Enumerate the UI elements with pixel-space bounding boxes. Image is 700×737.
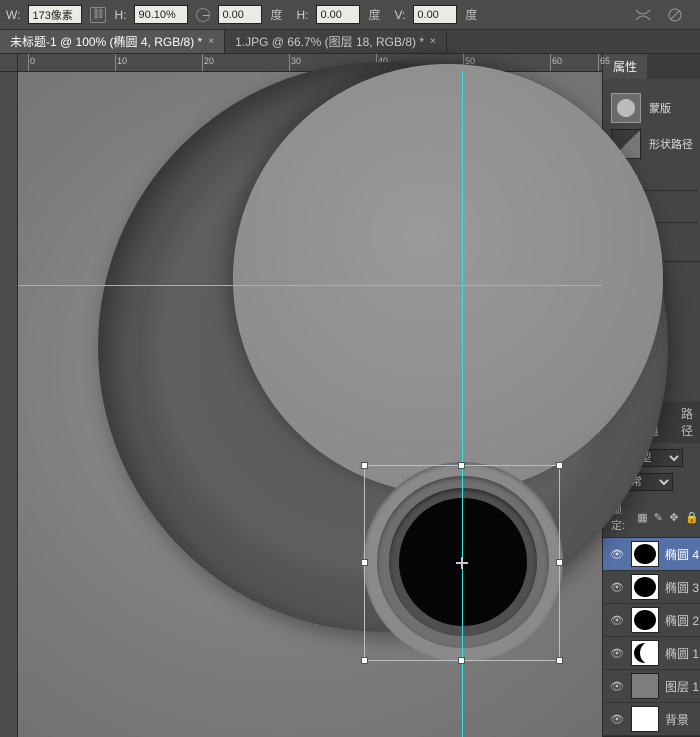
lock-position-icon[interactable]: ✥ (669, 511, 679, 523)
layer-row[interactable]: 👁 椭圆 3 (603, 571, 700, 604)
handle-sw[interactable] (361, 657, 368, 664)
options-bar: W: ⛓ H: 度 H: 度 V: 度 (0, 0, 700, 30)
visibility-icon[interactable]: 👁 (603, 647, 631, 660)
handle-se[interactable] (556, 657, 563, 664)
layer-name: 椭圆 4 (665, 546, 699, 563)
shape-path-label: 形状路径 (649, 136, 693, 152)
layer-thumb[interactable] (631, 574, 659, 600)
height-label: H: (114, 8, 126, 22)
width-label: W: (6, 8, 20, 22)
layer-name: 椭圆 3 (665, 579, 699, 596)
transform-center-icon[interactable] (456, 557, 468, 569)
layer-thumb[interactable] (631, 607, 659, 633)
ruler-tick-label: 0 (30, 56, 35, 66)
guide-horizontal[interactable] (18, 285, 602, 286)
canvas-area: 010203040506065 (0, 54, 602, 737)
tab-label: 1.JPG @ 66.7% (图层 18, RGB/8) * (235, 33, 424, 50)
layer-name: 椭圆 2 (665, 612, 699, 629)
layer-list: 👁 椭圆 4 👁 椭圆 3 👁 椭圆 2 👁 椭圆 1 👁 图层 1 👁 背景 (603, 538, 700, 736)
mask-label: 蒙版 (649, 100, 671, 116)
deg-label-2: 度 (368, 6, 380, 23)
handle-nw[interactable] (361, 462, 368, 469)
layer-name: 背景 (665, 711, 689, 728)
layer-row[interactable]: 👁 椭圆 4 (603, 538, 700, 571)
layer-row[interactable]: 👁 背景 (603, 703, 700, 736)
artwork-inner-circle (233, 64, 663, 494)
handle-ne[interactable] (556, 462, 563, 469)
layer-thumb[interactable] (631, 640, 659, 666)
visibility-icon[interactable]: 👁 (603, 548, 631, 561)
deg-label-3: 度 (465, 6, 477, 23)
transform-bbox[interactable] (364, 465, 560, 661)
hshear-input[interactable] (316, 5, 360, 24)
tab-paths[interactable]: 路径 (671, 401, 700, 443)
handle-w[interactable] (361, 559, 368, 566)
visibility-icon[interactable]: 👁 (603, 680, 631, 693)
ruler-tick-label: 30 (291, 56, 301, 66)
handle-s[interactable] (458, 657, 465, 664)
visibility-icon[interactable]: 👁 (603, 581, 631, 594)
lock-transparency-icon[interactable]: ▦ (637, 511, 647, 523)
layer-name: 图层 1 (665, 678, 699, 695)
layer-name: 椭圆 1 (665, 645, 699, 662)
angle-input[interactable] (218, 5, 262, 24)
mask-icon (611, 93, 641, 123)
lock-all-icon[interactable]: 🔒 (685, 511, 697, 523)
cancel-icon[interactable] (666, 6, 684, 24)
height-input[interactable] (134, 5, 188, 24)
tab-doc-2[interactable]: 1.JPG @ 66.7% (图层 18, RGB/8) * × (225, 30, 447, 53)
handle-e[interactable] (556, 559, 563, 566)
ruler-tick-label: 60 (552, 56, 562, 66)
lock-pixels-icon[interactable]: ✎ (654, 511, 664, 523)
document-tabs: 未标题-1 @ 100% (椭圆 4, RGB/8) * × 1.JPG @ 6… (0, 30, 700, 54)
link-icon[interactable]: ⛓ (90, 7, 106, 23)
visibility-icon[interactable]: 👁 (603, 713, 631, 726)
warp-icon[interactable] (634, 6, 652, 24)
canvas[interactable] (18, 72, 602, 737)
layer-row[interactable]: 👁 椭圆 1 (603, 637, 700, 670)
width-input[interactable] (28, 5, 82, 24)
vshear-label: V: (394, 8, 405, 22)
tab-doc-1[interactable]: 未标题-1 @ 100% (椭圆 4, RGB/8) * × (0, 30, 225, 53)
handle-n[interactable] (458, 462, 465, 469)
hshear-label: H: (296, 8, 308, 22)
layer-row[interactable]: 👁 椭圆 2 (603, 604, 700, 637)
ruler-tick-label: 20 (204, 56, 214, 66)
layer-row[interactable]: 👁 图层 1 (603, 670, 700, 703)
deg-label-1: 度 (270, 6, 282, 23)
ruler-origin[interactable] (0, 54, 18, 72)
layer-thumb[interactable] (631, 673, 659, 699)
layer-thumb[interactable] (631, 706, 659, 732)
ruler-tick-label: 10 (117, 56, 127, 66)
layer-thumb[interactable] (631, 541, 659, 567)
ruler-horizontal[interactable]: 010203040506065 (18, 54, 602, 72)
ruler-vertical[interactable] (0, 72, 18, 737)
close-icon[interactable]: × (430, 36, 436, 47)
ruler-tick-label: 65 (600, 56, 610, 66)
angle-icon (196, 8, 210, 22)
visibility-icon[interactable]: 👁 (603, 614, 631, 627)
close-icon[interactable]: × (208, 36, 214, 47)
vshear-input[interactable] (413, 5, 457, 24)
tab-label: 未标题-1 @ 100% (椭圆 4, RGB/8) * (10, 33, 202, 50)
